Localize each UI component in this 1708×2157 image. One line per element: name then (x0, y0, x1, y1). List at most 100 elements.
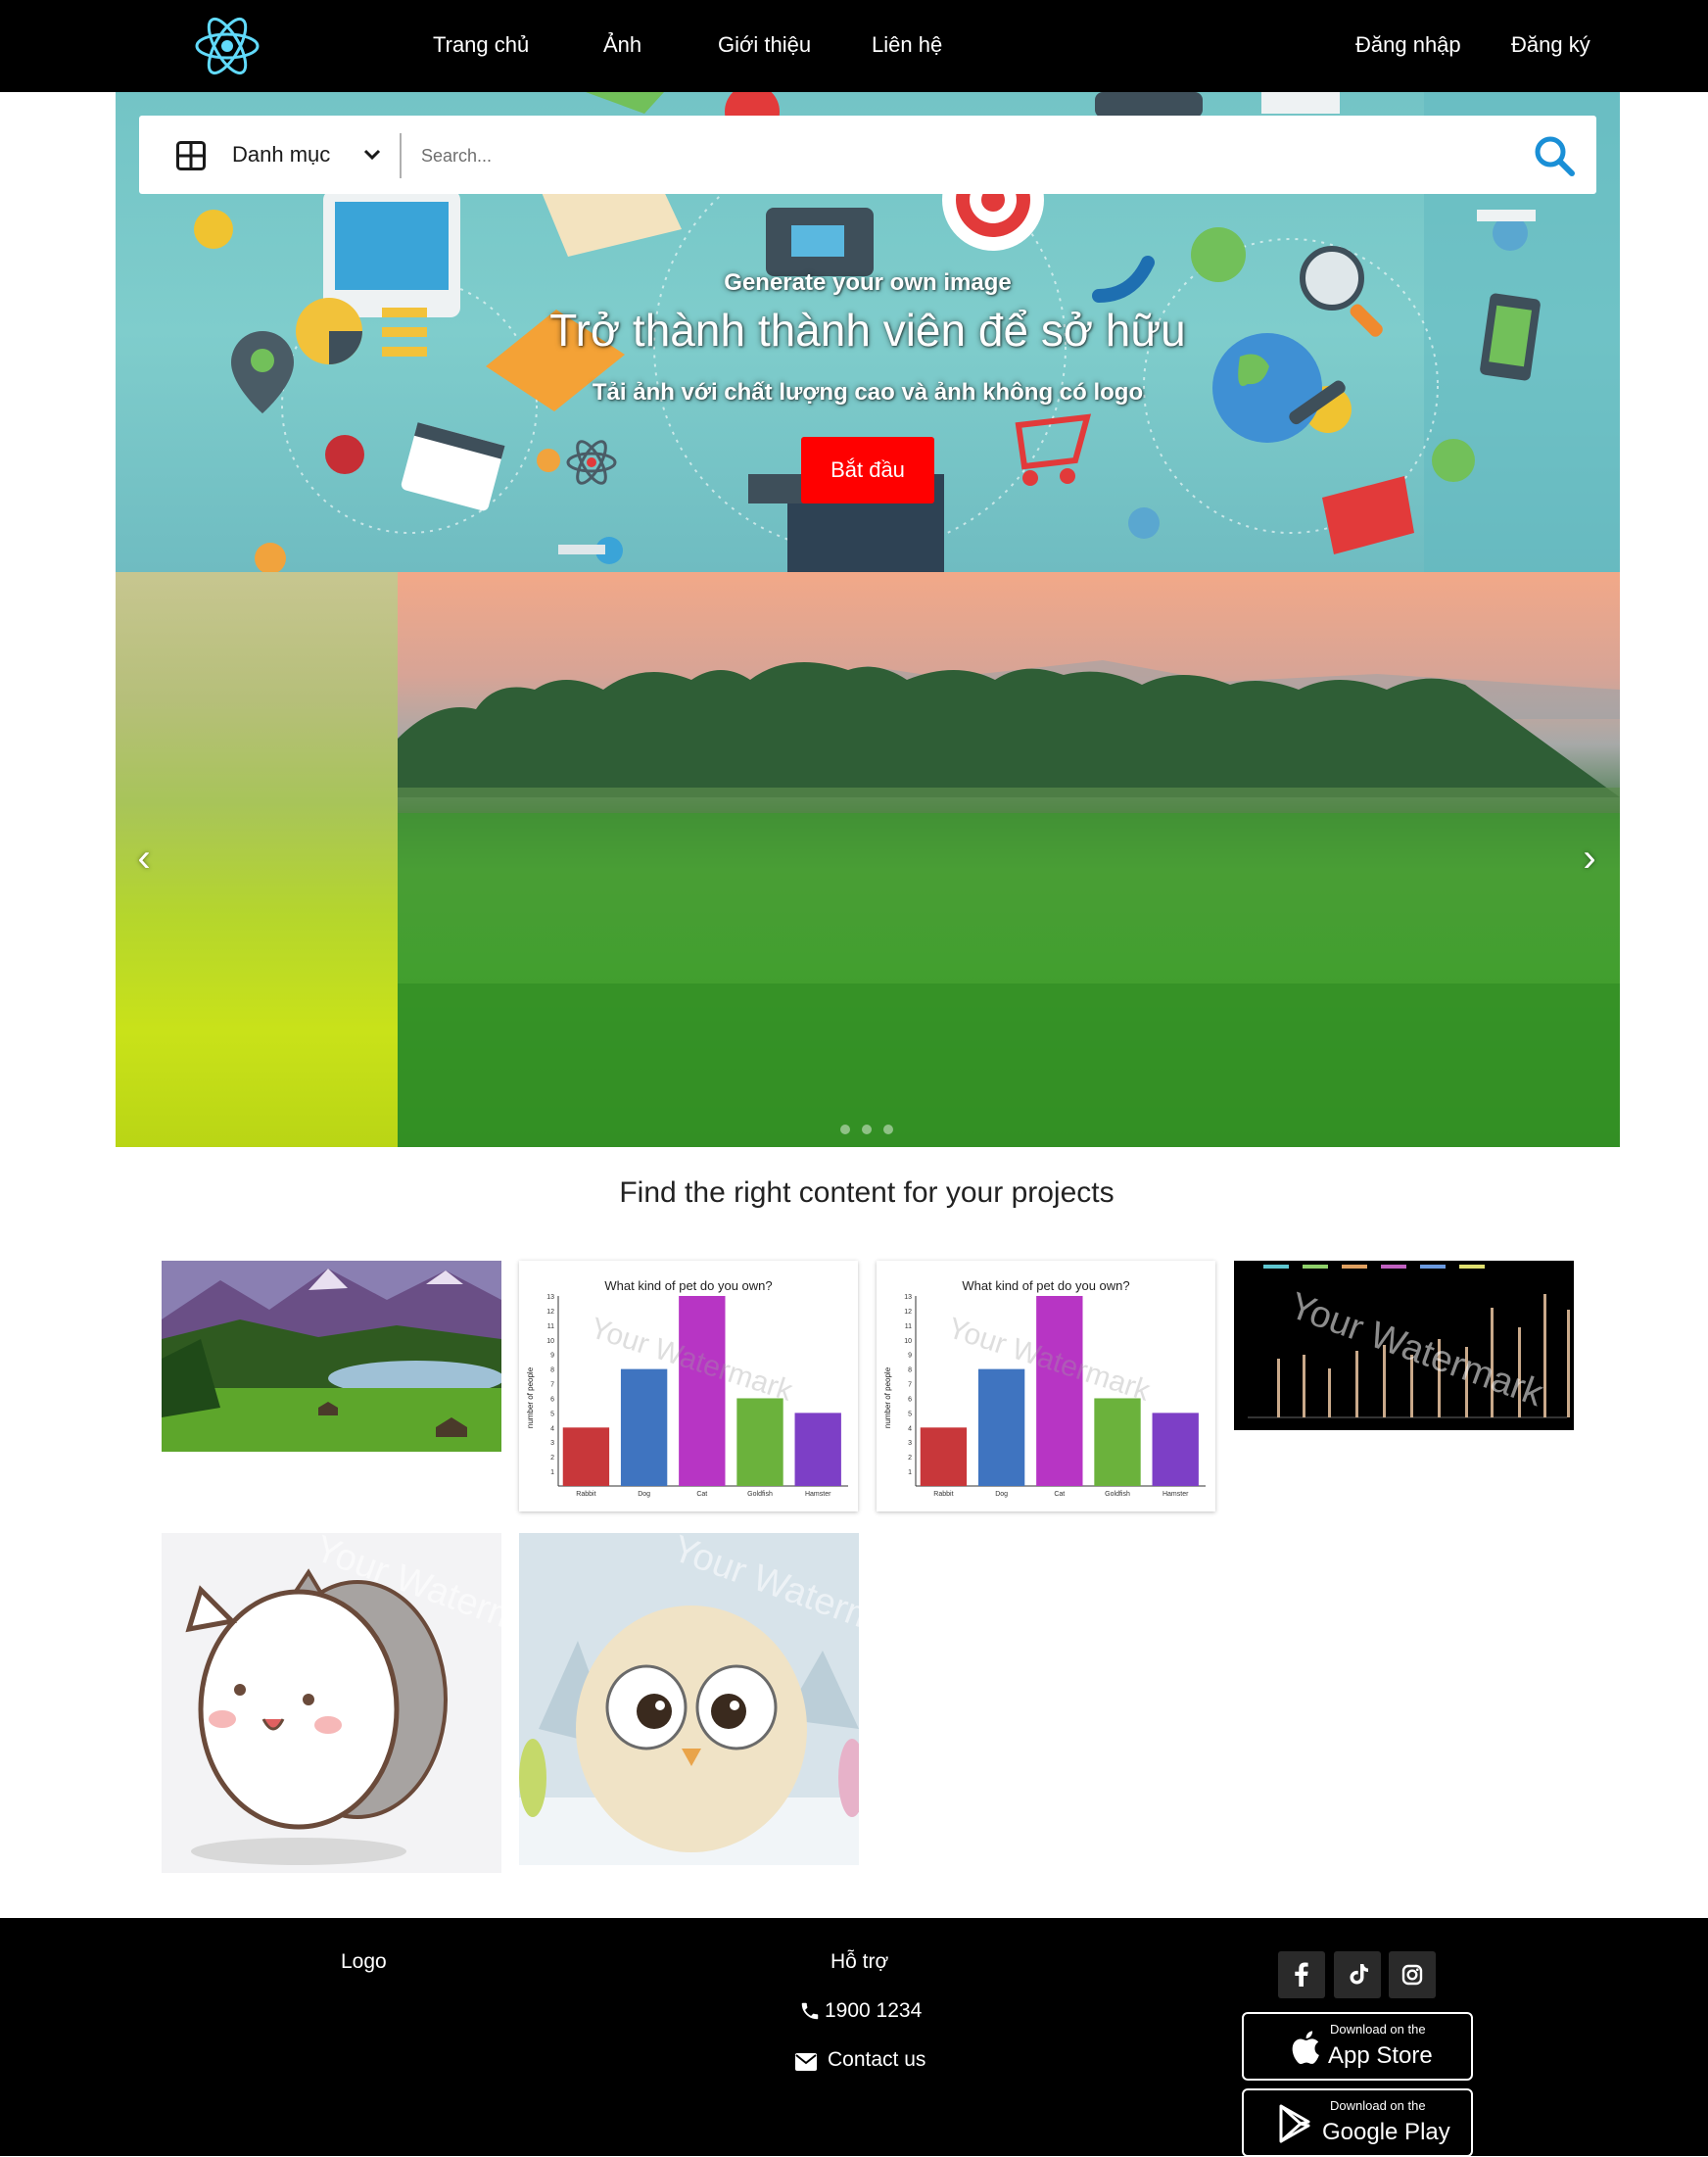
footer: Logo Hỗ trợ 1900 1234 Contact us Downloa… (0, 1918, 1708, 2157)
chart-x-tick-label: Dog (995, 1491, 1008, 1498)
facebook-link[interactable] (1278, 1951, 1325, 1998)
hero-kicker: Generate your own image (724, 269, 1012, 296)
carousel-dot-3[interactable] (883, 1125, 893, 1134)
carousel-dot-1[interactable] (840, 1125, 850, 1134)
chart-y-tick-label: 5 (908, 1411, 912, 1417)
carousel-next-arrow[interactable]: › (1575, 837, 1604, 880)
support-title: Hỗ trợ (830, 1950, 889, 1973)
category-label: Danh mục (232, 142, 331, 167)
chart-y-tick-label: 6 (908, 1396, 912, 1403)
chart-y-tick-label: 2 (908, 1455, 912, 1462)
tiktok-link[interactable] (1334, 1951, 1381, 1998)
search-divider (400, 133, 402, 178)
chart-y-tick-label: 7 (550, 1382, 554, 1389)
chart-ylabel: number of people (526, 1366, 535, 1428)
chart-y-tick-label: 4 (550, 1425, 554, 1432)
carousel-dot-2[interactable] (862, 1125, 872, 1134)
tiktok-icon (1350, 1964, 1368, 1985)
chart-y-tick-label: 12 (546, 1309, 554, 1316)
pet-chart-1: What kind of pet do you own? number of pe… (526, 1278, 848, 1498)
chart-y-tick-label: 4 (908, 1425, 912, 1432)
facebook-icon (1295, 1962, 1308, 1987)
chart-title: What kind of pet do you own? (962, 1278, 1129, 1293)
pet-chart-2: What kind of pet do you own? number of pe… (883, 1278, 1206, 1498)
chart-y-tick-label: 3 (908, 1440, 912, 1447)
start-button[interactable]: Bắt đầu (801, 437, 934, 503)
chart-x-tick-label: Rabbit (576, 1491, 595, 1498)
rice-field-landscape-image (398, 660, 1620, 1147)
carousel-prev-arrow[interactable]: ‹ (129, 837, 159, 880)
gallery-image-dark-chart[interactable]: Your Watermark (1234, 1261, 1574, 1430)
chart-bar-goldfish (736, 1398, 783, 1486)
chart-y-tick-label: 5 (550, 1411, 554, 1417)
chart-bar-cat (679, 1296, 726, 1486)
chevron-down-icon (363, 149, 381, 161)
chart-x-tick-label: Dog (638, 1491, 650, 1498)
chart-bar-goldfish (1094, 1398, 1141, 1486)
nav-link-photos[interactable]: Ảnh (603, 29, 641, 61)
support-phone[interactable]: 1900 1234 (825, 1996, 922, 2026)
login-link[interactable]: Đăng nhập (1355, 29, 1461, 61)
chart-title: What kind of pet do you own? (604, 1278, 772, 1293)
chart-y-tick-label: 13 (904, 1294, 912, 1301)
grid-icon (176, 141, 206, 170)
chart-y-tick-label: 6 (550, 1396, 554, 1403)
chart-y-tick-label: 2 (550, 1455, 554, 1462)
chart-y-tick-label: 11 (905, 1323, 912, 1330)
chart-bar-rabbit (920, 1427, 968, 1486)
google-play-icon (1279, 2104, 1310, 2143)
search-icon[interactable] (1532, 133, 1577, 178)
gallery-image-pet-chart-1[interactable]: What kind of pet do you own? number of pe… (519, 1261, 858, 1511)
google-play-button[interactable]: Download on the Google Play (1242, 2088, 1473, 2157)
hero-title: Trở thành thành viên để sở hữu (549, 305, 1186, 356)
carousel-slide-active (398, 572, 1620, 1147)
gallery-image-fluffy-chick[interactable]: Your Watermark (519, 1533, 859, 1865)
chart-ylabel: number of people (883, 1366, 892, 1428)
gallery-image-mountain-lake[interactable] (162, 1261, 501, 1452)
hero-banner: Danh mục Generate your own image Trở thà… (116, 92, 1620, 572)
app-store-small-text: Download on the (1330, 2022, 1426, 2037)
footer-logo[interactable]: Logo (341, 1947, 387, 1977)
section-title: Find the right content for your projects (619, 1176, 1115, 1209)
chart-x-tick-label: Goldfish (1105, 1491, 1130, 1498)
gallery-image-cute-cats[interactable]: Your Watermark (162, 1533, 501, 1873)
instagram-link[interactable] (1389, 1951, 1436, 1998)
react-logo-icon[interactable] (193, 14, 261, 78)
chart-y-tick-label: 10 (904, 1338, 912, 1345)
chart-bar-dog (977, 1368, 1025, 1486)
register-link[interactable]: Đăng ký (1511, 29, 1590, 61)
chart-y-tick-label: 9 (550, 1353, 554, 1360)
chart-x-tick-label: Rabbit (933, 1491, 953, 1498)
chart-y-tick-label: 12 (904, 1309, 912, 1316)
chart-bar-dog (620, 1368, 668, 1486)
chart-bar-rabbit (562, 1427, 610, 1486)
chart-y-tick-label: 3 (550, 1440, 554, 1447)
nav-link-about[interactable]: Giới thiệu (718, 29, 811, 61)
chart-bar-cat (1036, 1296, 1083, 1486)
app-store-button[interactable]: Download on the App Store (1242, 2012, 1473, 2081)
chart-y-tick-label: 13 (546, 1294, 554, 1301)
envelope-icon (795, 2053, 817, 2071)
chart-y-tick-label: 8 (550, 1367, 554, 1374)
chart-y-tick-label: 8 (908, 1367, 912, 1374)
chart-y-tick-label: 1 (550, 1469, 554, 1476)
nav-link-home[interactable]: Trang chủ (433, 29, 529, 61)
instagram-icon (1401, 1964, 1423, 1986)
contact-link[interactable]: Contact us (828, 2045, 925, 2075)
chart-y-tick-label: 7 (908, 1382, 912, 1389)
gallery-image-pet-chart-2[interactable]: What kind of pet do you own? number of pe… (877, 1261, 1215, 1511)
search-input[interactable] (421, 133, 1498, 178)
category-dropdown[interactable]: Danh mục (139, 116, 403, 194)
chart-bar-hamster (794, 1413, 841, 1486)
phone-icon (801, 2002, 819, 2020)
search-bar: Danh mục (139, 116, 1596, 194)
nav-link-contact[interactable]: Liên hệ (872, 29, 942, 61)
chart-bar-hamster (1152, 1413, 1199, 1486)
top-navbar: Trang chủ Ảnh Giới thiệu Liên hệ Đăng nh… (0, 0, 1708, 92)
chart-x-tick-label: Hamster (805, 1491, 831, 1498)
chart-x-tick-label: Goldfish (747, 1491, 773, 1498)
mountain-lake-image (162, 1261, 501, 1452)
chart-y-tick-label: 10 (546, 1338, 554, 1345)
apple-icon (1292, 2031, 1319, 2065)
google-play-big-text: Google Play (1322, 2119, 1450, 2145)
